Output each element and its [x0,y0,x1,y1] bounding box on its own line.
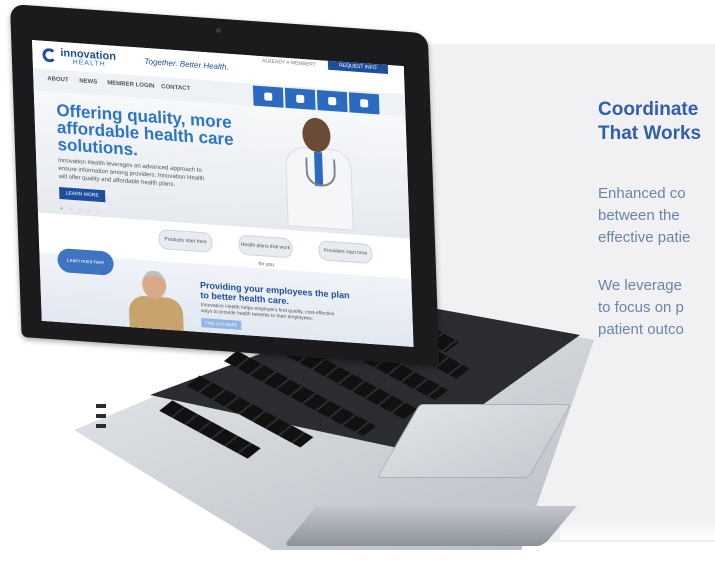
learn-more-bubble: Learn more here [57,247,114,276]
usb-port [96,404,106,408]
providers-pill: Providers start here [318,240,373,265]
laptop-screen: innovation HEALTH Together. Better Healt… [32,40,414,347]
health-plans-pill: Health plans that work for you [238,234,293,268]
site-tagline: Together. Better Health. [144,56,229,72]
member-link: ALREADY A MEMBER? [261,58,316,68]
nav-item-member-login: MEMBER LOGIN [107,80,155,90]
employee-body [128,294,184,331]
doctor-photo [284,116,354,231]
employee-photo [128,269,184,331]
nav-item-contact: CONTACT [161,84,191,93]
nav-item-about: ABOUT [47,76,69,84]
site-logo-sub: HEALTH [72,58,106,69]
camera-icon [216,28,221,33]
logo-icon [42,47,57,63]
usb-port [96,414,106,418]
products-pill: Products start here [158,228,213,253]
laptop-image: innovation HEALTH Together. Better Healt… [0,0,715,562]
laptop-ports [96,404,110,444]
laptop-front-edge [283,506,577,546]
nav-item-news: NEWS [79,78,98,86]
usb-port [96,424,106,428]
